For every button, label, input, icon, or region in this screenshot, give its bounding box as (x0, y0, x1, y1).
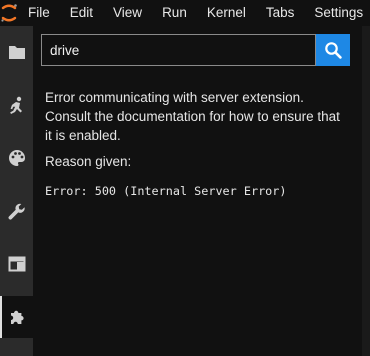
menu-edit[interactable]: Edit (60, 0, 103, 26)
extension-icon (10, 310, 24, 324)
menu-tabs[interactable]: Tabs (256, 0, 305, 26)
error-message: Error communicating with server extensio… (45, 90, 340, 143)
menu-kernel[interactable]: Kernel (197, 0, 256, 26)
extension-manager-panel: Error communicating with server extensio… (33, 26, 362, 356)
jupyterlab-window: File Edit View Run Kernel Tabs Settings (0, 0, 370, 356)
menu-run[interactable]: Run (152, 0, 197, 26)
tabs-icon (8, 256, 25, 272)
menu-settings[interactable]: Settings (304, 0, 370, 26)
jupyter-logo-icon[interactable] (0, 0, 18, 26)
palette-icon (8, 150, 25, 166)
search-input[interactable] (41, 34, 316, 66)
scrollbar[interactable] (362, 26, 370, 356)
reason-label: Reason given: (45, 154, 132, 169)
left-sidebar (0, 26, 33, 356)
property-inspector-tab[interactable] (0, 137, 33, 179)
extension-manager-tab[interactable] (0, 296, 33, 338)
search-icon (325, 42, 342, 59)
menu-view[interactable]: View (103, 0, 152, 26)
running-tab[interactable] (0, 85, 33, 127)
menu-file[interactable]: File (18, 0, 60, 26)
folder-icon (8, 46, 25, 59)
error-detail: Error: 500 (Internal Server Error) (45, 184, 287, 198)
file-browser-tab[interactable] (0, 31, 33, 73)
settings-tab[interactable] (0, 191, 33, 233)
running-icon (9, 96, 22, 114)
search-button[interactable] (316, 34, 350, 66)
open-tabs-tab[interactable] (0, 243, 33, 285)
wrench-icon (8, 203, 25, 220)
menu-bar: File Edit View Run Kernel Tabs Settings (0, 0, 370, 26)
search-bar (41, 34, 350, 66)
